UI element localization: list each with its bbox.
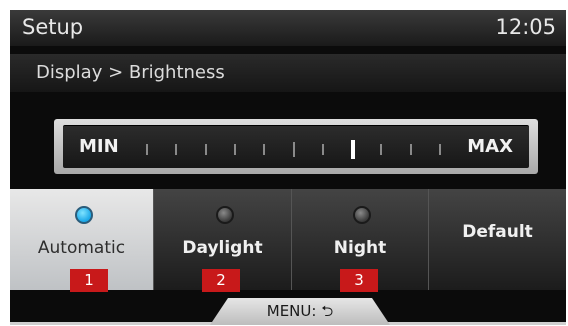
breadcrumb: Display > Brightness <box>10 54 566 92</box>
slider-track[interactable]: MIN MAX <box>63 125 529 168</box>
callout-badge-2: 2 <box>202 269 240 292</box>
indicator-light-icon <box>215 206 234 224</box>
slider-tick <box>380 144 383 155</box>
title-bar: Setup 12:05 <box>10 10 566 46</box>
screen-title: Setup <box>22 15 84 39</box>
head-unit-screen: Setup 12:05 Display > Brightness MIN MAX… <box>10 10 566 325</box>
default-button[interactable]: Default <box>429 189 566 290</box>
slider-thumb[interactable] <box>351 140 356 159</box>
slider-tick <box>146 144 148 155</box>
breadcrumb-text: Display > Brightness <box>36 62 225 83</box>
slider-tick <box>409 144 412 155</box>
indicator-light-icon <box>353 206 371 224</box>
clock: 12:05 <box>495 15 556 39</box>
mode-label: Automatic <box>37 238 126 258</box>
slider-tick <box>292 142 295 157</box>
slider-tick <box>204 144 207 155</box>
menu-back-button[interactable]: MENU: ⮌ <box>210 298 390 325</box>
slider-tick <box>175 144 178 155</box>
slider-max-label: MAX <box>467 136 513 157</box>
slider-tick <box>321 144 324 155</box>
slider-tick <box>439 144 441 155</box>
callout-badge-1: 1 <box>70 269 108 292</box>
slider-tick <box>233 144 236 155</box>
mode-label: Default <box>462 222 533 242</box>
slider-tick <box>263 144 266 155</box>
callout-badge-3: 3 <box>340 269 378 292</box>
mode-label: Night <box>333 238 387 258</box>
indicator-light-icon <box>74 206 93 224</box>
mode-label: Daylight <box>182 238 263 258</box>
slider-min-label: MIN <box>79 136 119 157</box>
brightness-slider[interactable]: MIN MAX <box>54 119 538 174</box>
